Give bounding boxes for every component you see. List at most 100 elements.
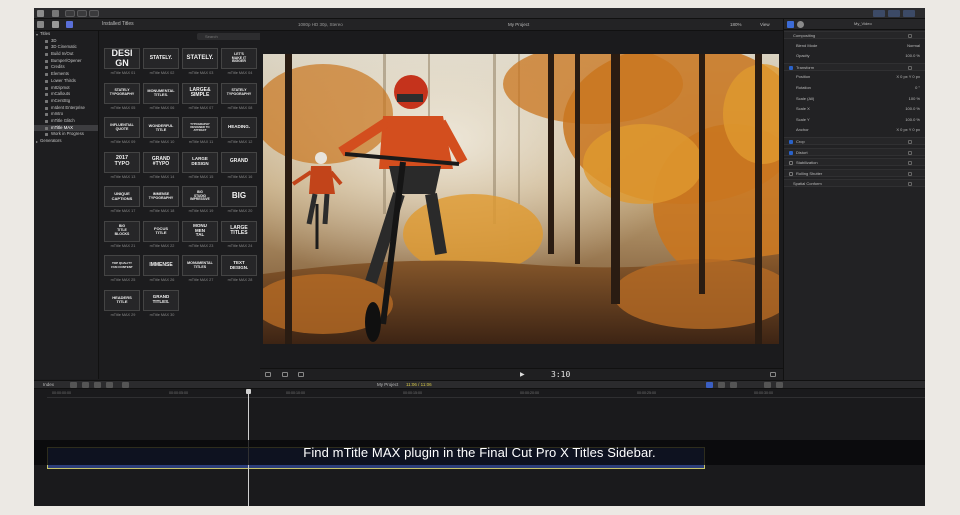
enable-checkbox[interactable] — [789, 65, 793, 70]
inspector-toggle-button[interactable] — [903, 10, 915, 17]
film-strip-icon[interactable] — [37, 21, 44, 28]
inspector-param[interactable]: Position X 0 px Y 0 px — [784, 73, 925, 81]
title-thumbnail-cell[interactable]: TEXT DESIGN. mTitle MAX 28 — [221, 255, 259, 285]
title-thumbnail-cell[interactable]: INFLUENTIAL QUOTE mTitle MAX 09 — [104, 117, 142, 147]
title-thumbnail[interactable]: TEXT DESIGN. — [221, 255, 257, 276]
playhead-handle[interactable] — [246, 389, 251, 394]
play-icon[interactable]: ▶ — [520, 371, 525, 378]
title-thumbnail-cell[interactable]: MONUMENTAL TITLES. mTitle MAX 06 — [143, 82, 181, 113]
title-thumbnail-cell[interactable]: LET'S MAKE IT BIGGER mTitle MAX 04 — [221, 48, 259, 78]
sidebar-item[interactable]: Bumper/Opener — [34, 58, 98, 65]
title-thumbnail[interactable]: TYPOGRAPHY DESIGNED TO ATTRACT — [182, 117, 218, 138]
keyword-button[interactable] — [77, 10, 87, 17]
title-thumbnail[interactable]: BIG TITLE BLOCKS — [104, 220, 140, 242]
library-title[interactable]: Installed Titles — [102, 21, 134, 27]
inspector-section[interactable]: Rolling Shutter — [784, 168, 925, 177]
title-thumbnail[interactable]: MONUMENTAL TITLES — [182, 255, 218, 276]
sidebar-item[interactable]: ▸ Generators — [34, 138, 98, 145]
reset-icon[interactable] — [908, 140, 912, 144]
title-thumbnail[interactable]: WONDERFUL TITLE — [143, 117, 179, 138]
title-thumbnail-cell[interactable]: GRAND #TYPO mTitle MAX 14 — [143, 151, 181, 182]
inspector-section[interactable]: Spatial Conform — [784, 179, 925, 188]
background-tasks-button[interactable] — [89, 10, 99, 17]
inspector-section[interactable]: Crop — [784, 137, 925, 145]
title-thumbnail[interactable]: INFLUENTIAL QUOTE — [104, 117, 140, 138]
sidebar-item[interactable]: mIntro — [34, 111, 98, 118]
inspector-param[interactable]: Blend Mode Normal — [784, 42, 925, 50]
inspector-param[interactable]: Scale (All) 100 % — [784, 95, 925, 103]
view-menu[interactable]: View — [760, 22, 770, 27]
timeline-toggle-button[interactable] — [888, 10, 900, 17]
title-thumbnail-cell[interactable]: TOP QUALITY FUN CONTENT mTitle MAX 25 — [104, 255, 142, 285]
timeline-ruler[interactable]: 00:00:00:00 00:00:05:00 00:00:10:00 00:00:1… — [47, 389, 925, 398]
solo-icon[interactable] — [718, 382, 725, 388]
inspector-section[interactable]: Transform — [784, 62, 925, 71]
titles-icon[interactable] — [66, 21, 73, 28]
title-thumbnail[interactable]: HEADERS TITLE — [104, 289, 140, 311]
inspector-value[interactable]: X 0 px Y 0 px — [896, 126, 920, 134]
insert-icon[interactable] — [82, 382, 89, 388]
title-thumbnail[interactable]: MONU MEN TAL — [182, 220, 218, 242]
title-thumbnail-cell[interactable]: DESI GN mTitle MAX 01 — [104, 48, 142, 78]
title-thumbnail-cell[interactable]: WONDERFUL TITLE mTitle MAX 10 — [143, 117, 181, 147]
append-icon[interactable] — [94, 382, 101, 388]
title-thumbnail[interactable]: LARGE& SIMPLE — [182, 82, 218, 104]
speed-icon[interactable] — [298, 372, 304, 377]
inspector-section[interactable]: Stabilization — [784, 158, 925, 167]
reset-icon[interactable] — [908, 34, 912, 38]
browser-toggle-button[interactable] — [873, 10, 885, 17]
enable-checkbox[interactable] — [789, 171, 793, 176]
sidebar-item[interactable]: mTitle Glitch — [34, 118, 98, 125]
title-thumbnail-cell[interactable]: FOCUS TITLE mTitle MAX 22 — [143, 220, 181, 251]
title-thumbnail-cell[interactable]: STATELY. mTitle MAX 03 — [182, 48, 220, 78]
title-thumbnail[interactable]: IMMENSE TYPOGRAPHY — [143, 186, 179, 207]
inspector-param[interactable]: Opacity 100.0 % — [784, 52, 925, 60]
title-thumbnail-cell[interactable]: LARGE DESIGN mTitle MAX 15 — [182, 151, 220, 182]
title-thumbnail-cell[interactable]: GRAND mTitle MAX 16 — [221, 151, 259, 182]
title-thumbnail[interactable]: GRAND #TYPO — [143, 151, 179, 173]
overwrite-icon[interactable] — [106, 382, 113, 388]
title-thumbnail-cell[interactable]: MONUMENTAL TITLES mTitle MAX 27 — [182, 255, 220, 285]
video-inspector-icon[interactable] — [787, 21, 794, 28]
sidebar-item[interactable]: ▾ Titles — [34, 31, 98, 38]
title-thumbnail-cell[interactable]: STATELY. mTitle MAX 02 — [143, 48, 181, 78]
title-thumbnail-cell[interactable]: 2017 TYPO mTitle MAX 13 — [104, 151, 142, 182]
info-icon[interactable] — [797, 21, 804, 28]
sidebar-item[interactable]: mCentStg — [34, 98, 98, 105]
inspector-value[interactable]: 100 % — [909, 95, 920, 103]
title-thumbnail[interactable]: BIG STUDIO IMPRESSIVE — [182, 186, 218, 207]
title-thumbnail[interactable]: UNIQUE CAPTIONS — [104, 186, 140, 207]
title-thumbnail[interactable]: TOP QUALITY FUN CONTENT — [104, 255, 140, 276]
title-thumbnail[interactable]: STATELY. — [143, 48, 179, 69]
transitions-browser-icon[interactable] — [776, 382, 783, 388]
title-thumbnail-cell[interactable]: BIG mTitle MAX 20 — [221, 186, 259, 216]
timecode[interactable]: 3:10 — [551, 370, 570, 379]
film-strip-icon[interactable] — [37, 10, 44, 17]
transform-icon[interactable] — [265, 372, 271, 377]
sidebar-item[interactable]: 3D — [34, 38, 98, 45]
inspector-value[interactable]: 0 ° — [915, 84, 920, 92]
inspector-param[interactable]: Scale Y 100.0 % — [784, 116, 925, 124]
reset-icon[interactable] — [908, 182, 912, 187]
inspector-section[interactable]: Compositing — [784, 31, 925, 39]
inspector-value[interactable]: 100.0 % — [905, 52, 920, 60]
title-thumbnail-cell[interactable]: TYPOGRAPHY DESIGNED TO ATTRACT mTitle MAX… — [182, 117, 220, 147]
sidebar-item[interactable]: Work in Progress — [34, 131, 98, 138]
key-icon[interactable] — [52, 21, 59, 28]
title-thumbnail-cell[interactable]: IMMENSE TYPOGRAPHY mTitle MAX 18 — [143, 186, 181, 216]
inspector-param[interactable]: Scale X 100.0 % — [784, 105, 925, 113]
reset-icon[interactable] — [908, 150, 912, 155]
fullscreen-icon[interactable] — [770, 372, 776, 377]
reset-icon[interactable] — [908, 171, 912, 176]
video-frame[interactable] — [263, 54, 779, 344]
inspector-param[interactable]: Rotation 0 ° — [784, 84, 925, 92]
sidebar-item[interactable]: m8zipmot — [34, 85, 98, 92]
title-thumbnail-cell[interactable]: HEADERS TITLE mTitle MAX 29 — [104, 289, 142, 320]
title-thumbnail[interactable]: FOCUS TITLE — [143, 220, 179, 242]
title-thumbnail[interactable]: HEADING. — [221, 117, 257, 138]
sidebar-item[interactable]: Credits — [34, 64, 98, 71]
sidebar-item[interactable]: 3D Cinematic — [34, 44, 98, 51]
title-thumbnail-cell[interactable]: LARGE& SIMPLE mTitle MAX 07 — [182, 82, 220, 113]
title-thumbnail[interactable]: GRAND — [221, 151, 257, 173]
title-thumbnail[interactable]: LET'S MAKE IT BIGGER — [221, 48, 257, 69]
